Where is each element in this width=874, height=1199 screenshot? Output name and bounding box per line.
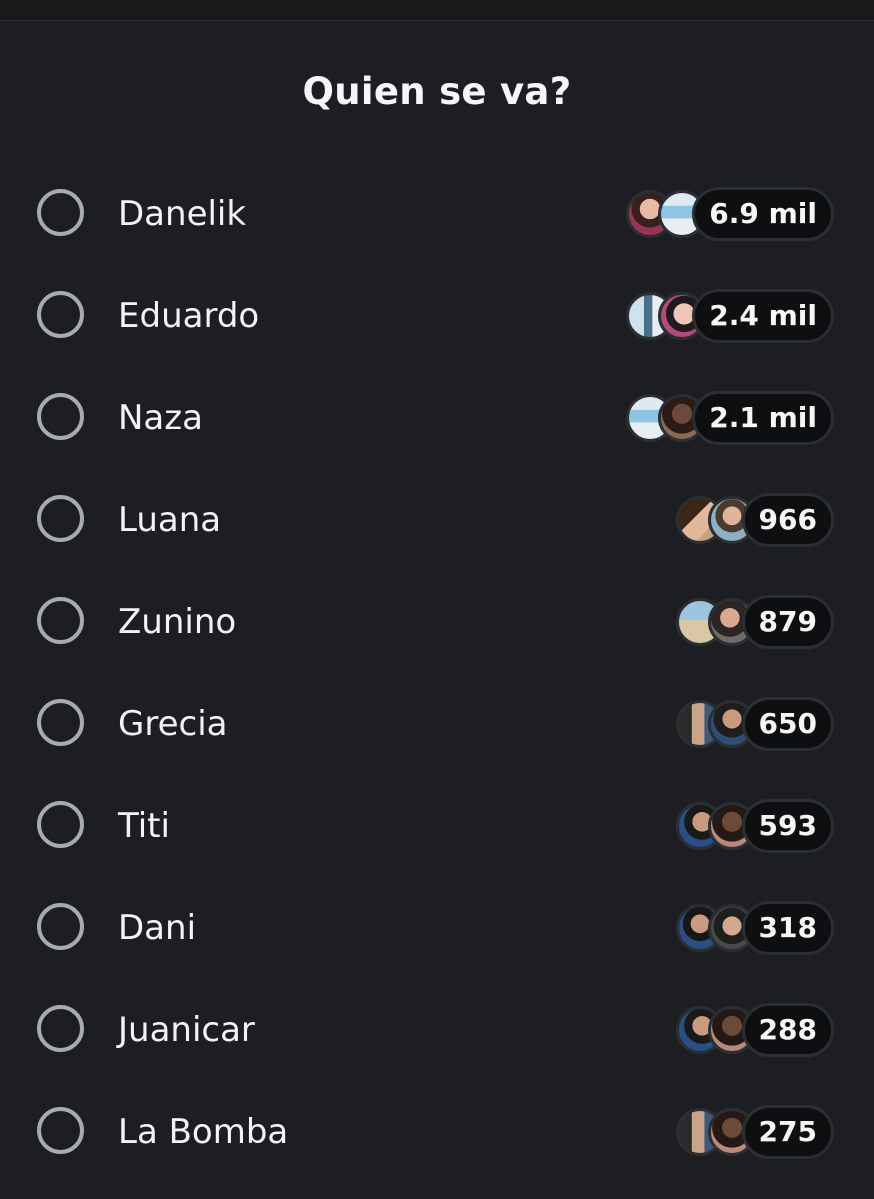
radio-button[interactable] (37, 597, 84, 644)
poll-option-danelik[interactable]: Danelik 6.9 mil (0, 164, 874, 266)
vote-count: 6.9 mil (692, 187, 834, 241)
radio-button[interactable] (37, 1107, 84, 1154)
vote-count: 650 (741, 697, 834, 751)
poll-option-dani[interactable]: Dani 318 (0, 878, 874, 980)
poll-option-eduardo[interactable]: Eduardo 2.4 mil (0, 266, 874, 368)
voter-summary[interactable]: 6.9 mil (626, 187, 834, 241)
poll-option-la-bomba[interactable]: La Bomba 275 (0, 1082, 874, 1184)
option-label: Danelik (118, 194, 247, 234)
poll-option-titi[interactable]: Titi 593 (0, 776, 874, 878)
voter-summary[interactable]: 2.4 mil (626, 289, 834, 343)
poll-option-naza[interactable]: Naza 2.1 mil (0, 368, 874, 470)
vote-count: 275 (741, 1105, 834, 1159)
option-label: Grecia (118, 704, 228, 744)
option-label: Titi (118, 806, 170, 846)
option-label: Zunino (118, 602, 237, 642)
option-label: Luana (118, 500, 222, 540)
option-label: Naza (118, 398, 203, 438)
poll-options: Danelik 6.9 mil Eduardo 2.4 mil Naza 2.1… (0, 164, 874, 1184)
radio-button[interactable] (37, 189, 84, 236)
voter-summary[interactable]: 2.1 mil (626, 391, 834, 445)
radio-button[interactable] (37, 699, 84, 746)
radio-button[interactable] (37, 495, 84, 542)
voter-summary[interactable]: 593 (675, 799, 834, 853)
vote-count: 593 (741, 799, 834, 853)
poll-option-zunino[interactable]: Zunino 879 (0, 572, 874, 674)
vote-count: 2.1 mil (692, 391, 834, 445)
voter-summary[interactable]: 275 (675, 1105, 834, 1159)
option-label: La Bomba (118, 1112, 289, 1152)
voter-summary[interactable]: 318 (675, 901, 834, 955)
radio-button[interactable] (37, 393, 84, 440)
radio-button[interactable] (37, 801, 84, 848)
poll-option-juanicar[interactable]: Juanicar 288 (0, 980, 874, 1082)
vote-count: 966 (741, 493, 834, 547)
voter-summary[interactable]: 879 (675, 595, 834, 649)
vote-count: 288 (741, 1003, 834, 1057)
poll-question: Quien se va? (302, 70, 572, 113)
poll-option-grecia[interactable]: Grecia 650 (0, 674, 874, 776)
radio-button[interactable] (37, 903, 84, 950)
vote-count: 318 (741, 901, 834, 955)
radio-button[interactable] (37, 291, 84, 338)
voter-summary[interactable]: 966 (675, 493, 834, 547)
top-bar (0, 0, 874, 21)
voter-summary[interactable]: 650 (675, 697, 834, 751)
option-label: Juanicar (118, 1010, 255, 1050)
vote-count: 2.4 mil (692, 289, 834, 343)
option-label: Dani (118, 908, 197, 948)
poll-option-luana[interactable]: Luana 966 (0, 470, 874, 572)
vote-count: 879 (741, 595, 834, 649)
option-label: Eduardo (118, 296, 260, 336)
radio-button[interactable] (37, 1005, 84, 1052)
voter-summary[interactable]: 288 (675, 1003, 834, 1057)
